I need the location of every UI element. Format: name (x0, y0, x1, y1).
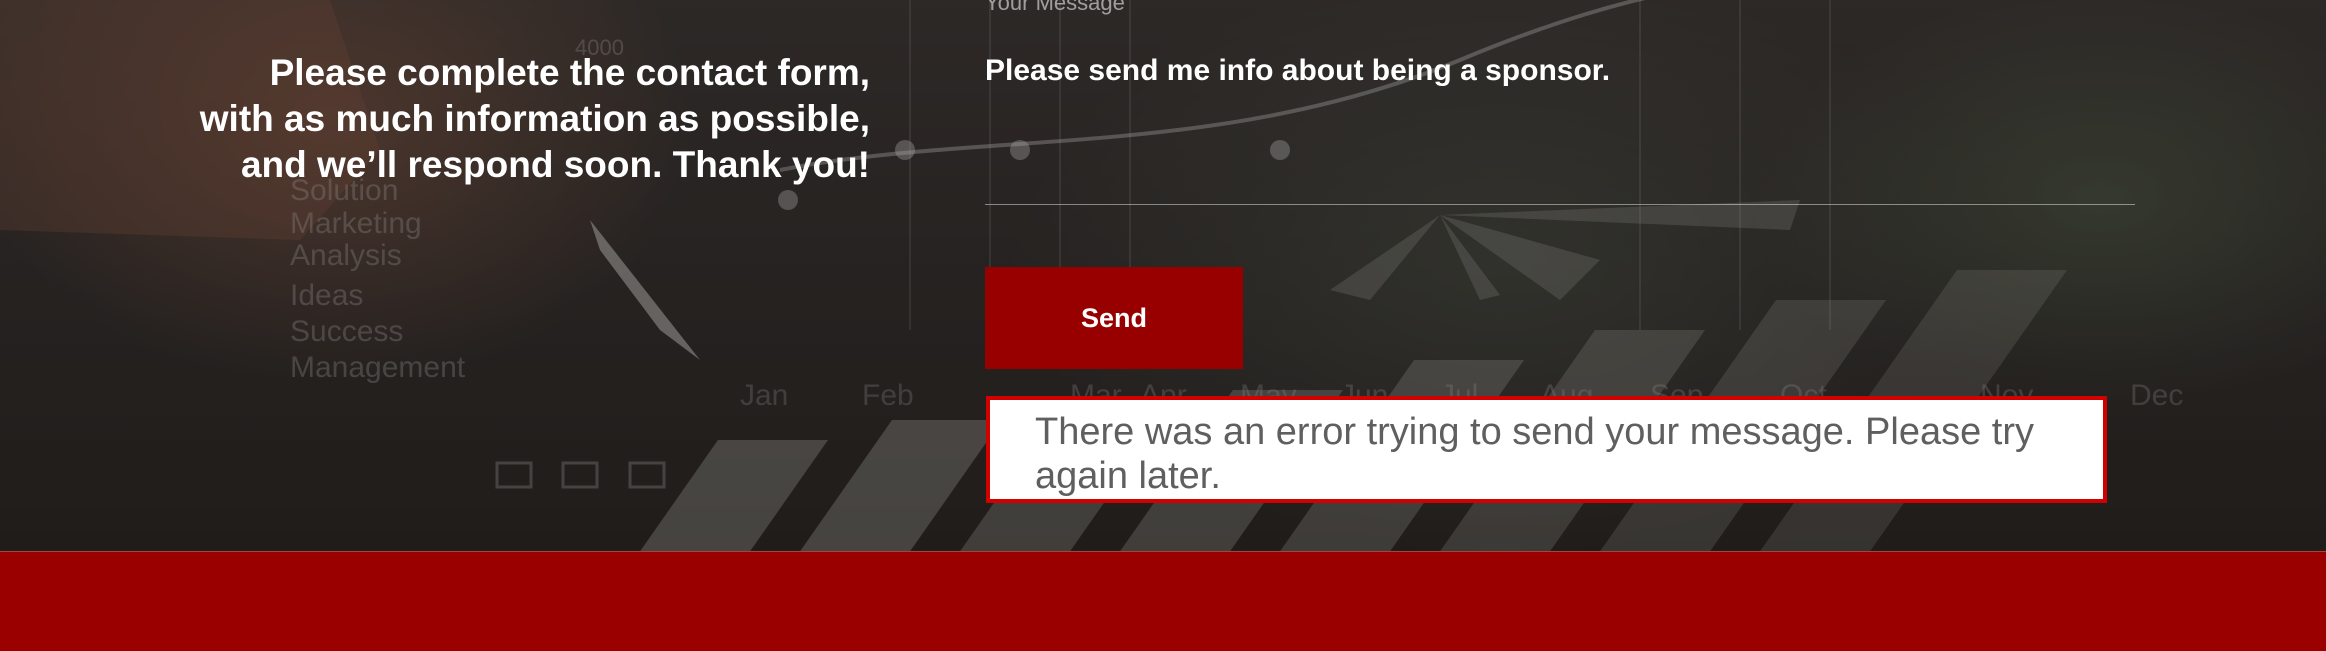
message-label: Your Message (985, 0, 1125, 15)
footer-bar (0, 551, 2326, 651)
intro-line: and we’ll respond soon. Thank you! (240, 144, 870, 185)
error-message-text: There was an error trying to send your m… (1035, 411, 2035, 497)
intro-line: Please complete the contact form, (269, 52, 870, 93)
message-textarea[interactable]: Please send me info about being a sponso… (985, 54, 2135, 88)
error-message-box: There was an error trying to send your m… (986, 396, 2107, 503)
hero-background: Solution Marketing Analysis Ideas Succes… (0, 0, 2326, 551)
intro-text: Please complete the contact form, with a… (120, 50, 870, 188)
intro-line: with as much information as possible, (199, 98, 870, 139)
send-button[interactable]: Send (985, 267, 1243, 369)
message-underline (985, 204, 2135, 205)
